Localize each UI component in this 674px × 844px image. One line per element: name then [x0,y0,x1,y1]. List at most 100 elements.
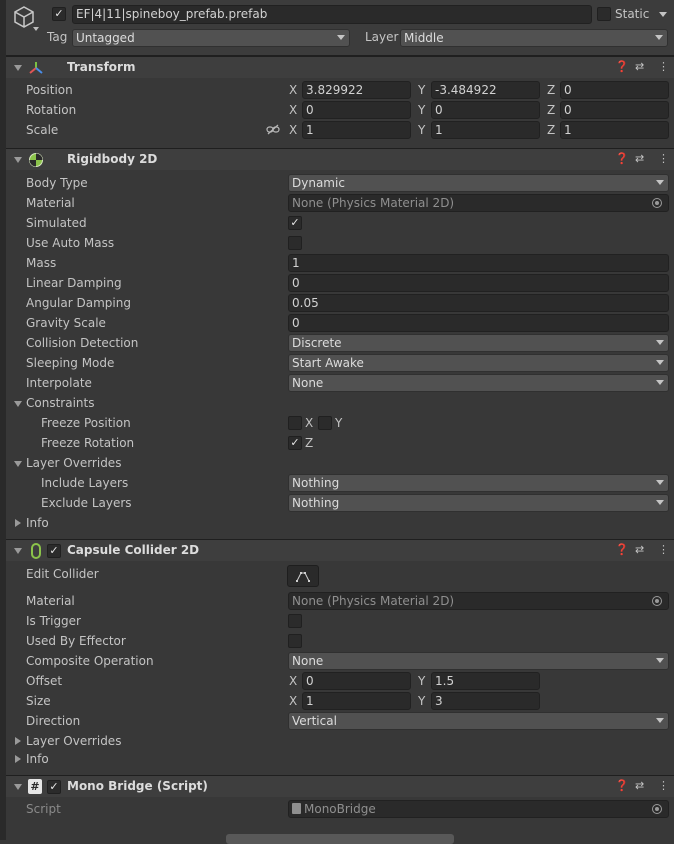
scale-z-axis: Z [547,123,556,137]
angular-damping-field[interactable]: 0.05 [288,294,669,312]
foldout-expanded-icon[interactable] [14,157,22,163]
include-layers-dropdown[interactable]: Nothing [288,474,669,492]
more-menu-icon[interactable]: ⋮ [658,543,669,556]
tag-dropdown[interactable]: Untagged [72,29,350,47]
interpolate-value: None [292,376,324,390]
linear-damping-label: Linear Damping [26,276,122,290]
direction-dropdown[interactable]: Vertical [288,712,669,730]
scale-y-field[interactable]: 1 [431,121,540,139]
rotation-z-axis: Z [547,103,556,117]
preset-icon[interactable]: ⇄ [635,152,644,165]
layer-label: Layer [365,30,399,44]
help-icon[interactable]: ❓ [615,779,629,792]
include-layers-label: Include Layers [41,476,129,490]
foldout-expanded-icon[interactable] [14,548,22,554]
foldout-expanded-icon[interactable] [14,65,22,71]
more-menu-icon[interactable]: ⋮ [658,779,669,792]
gravity-scale-field[interactable]: 0 [288,314,669,332]
add-component-button-partial[interactable] [226,834,454,844]
capsule-collider-header[interactable]: ✓ Capsule Collider 2D ❓ ⇄ ⋮ [6,539,674,561]
simulated-checkbox[interactable]: ✓ [288,216,302,230]
freeze-position-x-label: X [305,416,314,430]
capsule-collider-title: Capsule Collider 2D [67,543,200,557]
is-trigger-checkbox[interactable] [288,614,302,628]
offset-y-axis: Y [418,674,426,688]
layer-overrides-foldout-icon[interactable] [14,461,22,467]
script-label: Script [26,802,61,816]
more-menu-icon[interactable]: ⋮ [658,60,669,73]
preset-icon[interactable]: ⇄ [635,543,644,556]
scale-z-field[interactable]: 1 [560,121,669,139]
preset-icon[interactable]: ⇄ [635,779,644,792]
object-picker-icon[interactable] [652,596,662,606]
size-x-field[interactable]: 1 [302,692,411,710]
more-menu-icon[interactable]: ⋮ [658,152,669,165]
freeze-position-y-checkbox[interactable] [318,416,332,430]
position-y-axis: Y [418,83,426,97]
exclude-layers-dropdown[interactable]: Nothing [288,494,669,512]
sleeping-mode-dropdown[interactable]: Start Awake [288,354,669,372]
cc-layer-overrides-label[interactable]: Layer Overrides [26,734,121,748]
layer-overrides-label[interactable]: Layer Overrides [26,456,121,470]
cc-info-label[interactable]: Info [26,752,49,766]
object-picker-icon[interactable] [652,198,662,208]
cc-material-field[interactable]: None (Physics Material 2D) [288,592,669,610]
offset-x-axis: X [289,674,298,688]
chevron-down-icon [656,360,664,365]
offset-x-field[interactable]: 0 [302,672,411,690]
direction-label: Direction [26,714,81,728]
use-auto-mass-checkbox[interactable] [288,236,302,250]
rotation-y-field[interactable]: 0 [431,101,540,119]
layer-dropdown[interactable]: Middle [400,29,668,47]
position-z-field[interactable]: 0 [560,81,669,99]
offset-y-field[interactable]: 1.5 [431,672,540,690]
mono-bridge-enabled-checkbox[interactable]: ✓ [47,780,61,794]
position-y-field[interactable]: -3.484922 [431,81,540,99]
constraints-label[interactable]: Constraints [26,396,94,410]
info-foldout-icon[interactable] [15,519,21,527]
use-auto-mass-label: Use Auto Mass [26,236,115,250]
script-field[interactable]: MonoBridge [288,800,669,818]
static-checkbox[interactable] [597,7,611,21]
object-picker-icon[interactable] [652,804,662,814]
static-dropdown-arrow[interactable] [659,12,667,17]
help-icon[interactable]: ❓ [615,60,629,73]
rigidbody-header[interactable]: Rigidbody 2D ❓ ⇄ ⋮ [6,148,674,170]
collision-detection-dropdown[interactable]: Discrete [288,334,669,352]
constraints-foldout-icon[interactable] [14,401,22,407]
scale-x-field[interactable]: 1 [302,121,411,139]
link-icon[interactable] [266,124,280,139]
freeze-rotation-z-checkbox[interactable]: ✓ [288,436,302,450]
help-icon[interactable]: ❓ [615,152,629,165]
rb-material-field[interactable]: None (Physics Material 2D) [288,194,669,212]
interpolate-dropdown[interactable]: None [288,374,669,392]
size-y-field[interactable]: 3 [431,692,540,710]
mono-bridge-header[interactable]: # ✓ Mono Bridge (Script) ❓ ⇄ ⋮ [6,775,674,797]
rotation-x-field[interactable]: 0 [302,101,411,119]
preset-icon[interactable]: ⇄ [635,60,644,73]
is-trigger-label: Is Trigger [26,614,81,628]
foldout-expanded-icon[interactable] [14,784,22,790]
transform-header[interactable]: Transform ❓ ⇄ ⋮ [6,56,674,78]
position-x-field[interactable]: 3.829922 [302,81,411,99]
mass-field[interactable]: 1 [288,254,669,272]
used-by-effector-checkbox[interactable] [288,634,302,648]
cc-info-foldout-icon[interactable] [15,755,21,763]
body-type-label: Body Type [26,176,88,190]
capsule-enabled-checkbox[interactable]: ✓ [47,544,61,558]
composite-operation-dropdown[interactable]: None [288,652,669,670]
help-icon[interactable]: ❓ [615,543,629,556]
linear-damping-field[interactable]: 0 [288,274,669,292]
rb-info-label[interactable]: Info [26,516,49,530]
capsule-collider-icon [30,543,42,562]
object-name-field[interactable]: EF|4|11|spineboy_prefab.prefab [72,5,592,24]
icon-dropdown-arrow[interactable] [33,27,39,31]
edit-collider-button[interactable] [287,565,319,587]
cc-layer-overrides-foldout-icon[interactable] [15,737,21,745]
freeze-position-x-checkbox[interactable] [288,416,302,430]
body-type-dropdown[interactable]: Dynamic [288,174,669,192]
active-checkbox[interactable]: ✓ [52,7,66,21]
edit-collider-label: Edit Collider [26,567,99,581]
rigidbody-title: Rigidbody 2D [67,152,158,166]
rotation-z-field[interactable]: 0 [560,101,669,119]
